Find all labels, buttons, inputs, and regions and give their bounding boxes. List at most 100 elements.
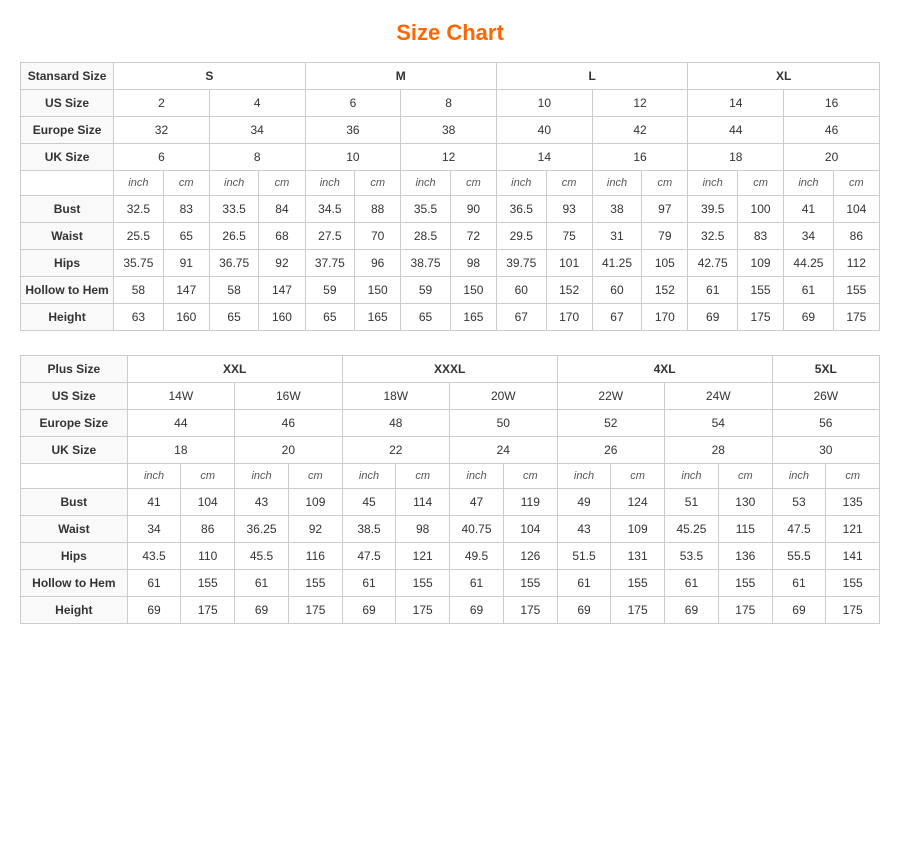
page-title: Size Chart bbox=[20, 20, 880, 46]
pwaist-9: 43 bbox=[557, 516, 611, 543]
bust-14: 100 bbox=[737, 196, 783, 223]
waist-14: 83 bbox=[737, 223, 783, 250]
us-12: 12 bbox=[592, 90, 688, 117]
unit-cm-3: cm bbox=[355, 171, 401, 196]
punit-cm-6: cm bbox=[719, 464, 773, 489]
pheight-7: 69 bbox=[449, 597, 503, 624]
hollow-9: 60 bbox=[496, 277, 546, 304]
pbust-14: 135 bbox=[826, 489, 880, 516]
height-1: 63 bbox=[114, 304, 164, 331]
hollow-row: Hollow to Hem 58 147 58 147 59 150 59 15… bbox=[21, 277, 880, 304]
eu-44: 44 bbox=[688, 117, 784, 144]
waist-15: 34 bbox=[784, 223, 834, 250]
pbust-8: 119 bbox=[504, 489, 558, 516]
pwaist-12: 115 bbox=[719, 516, 773, 543]
hips-13: 42.75 bbox=[688, 250, 738, 277]
puk-26: 26 bbox=[557, 437, 664, 464]
phollow-9: 61 bbox=[557, 570, 611, 597]
plus-us-size-row: US Size 14W 16W 18W 20W 22W 24W 26W bbox=[21, 383, 880, 410]
hollow-8: 150 bbox=[450, 277, 496, 304]
plus-hips-label: Hips bbox=[21, 543, 128, 570]
us-20w: 20W bbox=[449, 383, 557, 410]
waist-label: Waist bbox=[21, 223, 114, 250]
uk-6: 6 bbox=[114, 144, 210, 171]
hips-15: 44.25 bbox=[784, 250, 834, 277]
uk-14: 14 bbox=[496, 144, 592, 171]
height-12: 170 bbox=[642, 304, 688, 331]
hips-14: 109 bbox=[737, 250, 783, 277]
plus-height-row: Height 69 175 69 175 69 175 69 175 69 17… bbox=[21, 597, 880, 624]
hips-row: Hips 35.75 91 36.75 92 37.75 96 38.75 98… bbox=[21, 250, 880, 277]
phips-12: 136 bbox=[719, 543, 773, 570]
pheight-11: 69 bbox=[664, 597, 718, 624]
uk-18: 18 bbox=[688, 144, 784, 171]
bust-3: 33.5 bbox=[209, 196, 259, 223]
pwaist-10: 109 bbox=[611, 516, 665, 543]
pheight-4: 175 bbox=[289, 597, 343, 624]
peu-48: 48 bbox=[342, 410, 449, 437]
punit-inch-4: inch bbox=[449, 464, 503, 489]
punit-cm-2: cm bbox=[289, 464, 343, 489]
punit-inch-3: inch bbox=[342, 464, 396, 489]
hollow-11: 60 bbox=[592, 277, 642, 304]
pbust-5: 45 bbox=[342, 489, 396, 516]
bust-16: 104 bbox=[833, 196, 879, 223]
4xl-header: 4XL bbox=[557, 356, 772, 383]
eu-36: 36 bbox=[305, 117, 401, 144]
height-13: 69 bbox=[688, 304, 738, 331]
bust-2: 83 bbox=[163, 196, 209, 223]
us-22w: 22W bbox=[557, 383, 664, 410]
5xl-header: 5XL bbox=[772, 356, 879, 383]
pheight-8: 175 bbox=[504, 597, 558, 624]
pbust-11: 51 bbox=[664, 489, 718, 516]
phips-5: 47.5 bbox=[342, 543, 396, 570]
uk-20: 20 bbox=[784, 144, 880, 171]
plus-unit-row: inch cm inch cm inch cm inch cm inch cm … bbox=[21, 464, 880, 489]
xxl-header: XXL bbox=[127, 356, 342, 383]
bust-4: 84 bbox=[259, 196, 305, 223]
waist-6: 70 bbox=[355, 223, 401, 250]
bust-1: 32.5 bbox=[114, 196, 164, 223]
unit-inch-5: inch bbox=[496, 171, 546, 196]
puk-28: 28 bbox=[664, 437, 772, 464]
pbust-6: 114 bbox=[396, 489, 450, 516]
phips-7: 49.5 bbox=[449, 543, 503, 570]
bust-10: 93 bbox=[546, 196, 592, 223]
plus-hollow-row: Hollow to Hem 61 155 61 155 61 155 61 15… bbox=[21, 570, 880, 597]
pheight-13: 69 bbox=[772, 597, 826, 624]
hollow-10: 152 bbox=[546, 277, 592, 304]
bust-9: 36.5 bbox=[496, 196, 546, 223]
unit-cm-1: cm bbox=[163, 171, 209, 196]
pbust-2: 104 bbox=[181, 489, 235, 516]
pheight-14: 175 bbox=[826, 597, 880, 624]
plus-hollow-label: Hollow to Hem bbox=[21, 570, 128, 597]
phollow-4: 155 bbox=[289, 570, 343, 597]
plus-size-label: Plus Size bbox=[21, 356, 128, 383]
punit-inch-6: inch bbox=[664, 464, 718, 489]
us-14: 14 bbox=[688, 90, 784, 117]
xl-header: XL bbox=[688, 63, 880, 90]
hollow-13: 61 bbox=[688, 277, 738, 304]
hollow-14: 155 bbox=[737, 277, 783, 304]
pheight-10: 175 bbox=[611, 597, 665, 624]
bust-6: 88 bbox=[355, 196, 401, 223]
pheight-6: 175 bbox=[396, 597, 450, 624]
pbust-3: 43 bbox=[234, 489, 288, 516]
standard-unit-row: inch cm inch cm inch cm inch cm inch cm … bbox=[21, 171, 880, 196]
phips-6: 121 bbox=[396, 543, 450, 570]
europe-size-row: Europe Size 32 34 36 38 40 42 44 46 bbox=[21, 117, 880, 144]
plus-europe-size-label: Europe Size bbox=[21, 410, 128, 437]
hips-12: 105 bbox=[642, 250, 688, 277]
us-16: 16 bbox=[784, 90, 880, 117]
pwaist-14: 121 bbox=[826, 516, 880, 543]
eu-42: 42 bbox=[592, 117, 688, 144]
europe-size-label: Europe Size bbox=[21, 117, 114, 144]
hips-9: 39.75 bbox=[496, 250, 546, 277]
pwaist-3: 36.25 bbox=[234, 516, 288, 543]
pheight-2: 175 bbox=[181, 597, 235, 624]
bust-7: 35.5 bbox=[401, 196, 451, 223]
unit-inch-4: inch bbox=[401, 171, 451, 196]
hips-6: 96 bbox=[355, 250, 401, 277]
pheight-5: 69 bbox=[342, 597, 396, 624]
height-9: 67 bbox=[496, 304, 546, 331]
